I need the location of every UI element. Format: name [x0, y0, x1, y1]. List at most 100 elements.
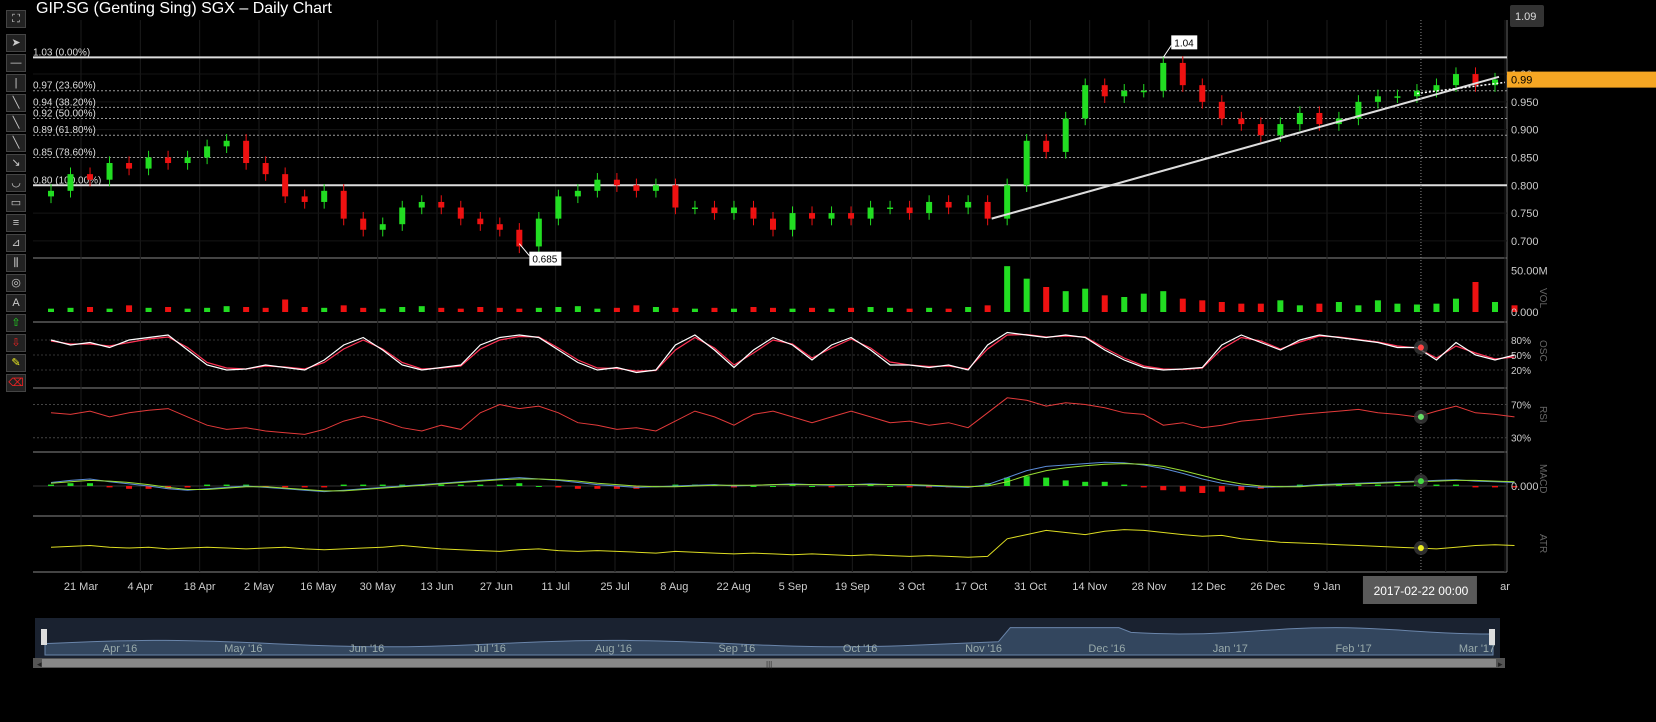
volume-bar [1452, 298, 1459, 312]
volume-bar [750, 307, 757, 312]
volume-bar [418, 306, 425, 312]
macd-histogram-bar [1082, 481, 1089, 486]
volume-bar [457, 308, 464, 312]
macd-histogram-bar [223, 484, 230, 486]
candle-body [828, 213, 835, 219]
candle-body [340, 190, 347, 219]
volume-bar [321, 307, 328, 312]
volume-bar [965, 307, 972, 312]
y-tick-label: 0.750 [1511, 208, 1539, 220]
candle-body [965, 201, 972, 208]
candle-body [1394, 96, 1401, 98]
navigator-handle-right [1489, 629, 1495, 645]
volume-bar [1296, 305, 1303, 312]
candle-body [926, 201, 933, 214]
candle-body [282, 174, 289, 197]
volume-bar [691, 308, 698, 312]
macd-histogram-bar [906, 486, 913, 488]
y-tick-label: 0.000 [1511, 481, 1539, 493]
volume-bar [145, 307, 152, 312]
volume-bar [340, 305, 347, 312]
volume-bar [1355, 305, 1362, 312]
scroll-right-icon: ▸ [1498, 659, 1503, 669]
macd-histogram-bar [477, 484, 484, 486]
volume-bar [1335, 302, 1342, 312]
volume-bar [165, 307, 172, 312]
y-tick-label: 70% [1511, 400, 1531, 411]
macd-histogram-bar [126, 486, 133, 489]
candle-body [1140, 90, 1147, 93]
volume-bar [379, 308, 386, 312]
candle-body [984, 201, 991, 219]
volume-bar [613, 307, 620, 312]
candle-body [1257, 124, 1264, 136]
volume-bar [1160, 291, 1167, 312]
volume-bar [126, 305, 133, 312]
candle-body [848, 213, 855, 219]
fib-level-label: 0.85 (78.60%) [33, 147, 96, 158]
volume-bar [906, 308, 913, 312]
annotation-high-label: 1.04 [1174, 38, 1194, 49]
y-tick-label: 0.900 [1511, 125, 1539, 137]
candle-body [165, 157, 172, 164]
macd-histogram-bar [750, 486, 757, 487]
navigator-month-label: Oct '16 [843, 643, 878, 655]
volume-bar [477, 307, 484, 312]
macd-histogram-bar [516, 483, 523, 486]
macd-histogram-bar [301, 486, 308, 488]
navigator-handle-left [41, 629, 47, 645]
macd-signal-line [50, 463, 1515, 492]
macd-histogram-bar [1218, 486, 1225, 492]
x-tick-label: ar [1500, 581, 1510, 593]
macd-histogram-bar [340, 484, 347, 486]
candle-body [672, 185, 679, 208]
candle-body [126, 163, 133, 169]
candle-body [867, 207, 874, 219]
candle-body [1023, 140, 1030, 186]
x-tick-label: 2 May [244, 581, 274, 593]
y-tick-label: 0.800 [1511, 180, 1539, 192]
rsi-line [50, 397, 1515, 435]
x-tick-label: 9 Jan [1314, 581, 1341, 593]
volume-bar [360, 307, 367, 312]
y-tick-label: 0.000 [1511, 307, 1539, 319]
annotation-low-label: 0.685 [532, 255, 557, 266]
candle-body [945, 201, 952, 208]
candle-body [438, 201, 445, 208]
candle-body [1101, 85, 1108, 97]
volume-bar [945, 308, 952, 312]
volume-bar [1101, 295, 1108, 312]
navigator-month-label: Feb '17 [1335, 643, 1371, 655]
scroll-grip-icon: ||| [766, 660, 772, 669]
volume-bar [652, 307, 659, 312]
volume-bar [67, 307, 74, 312]
candle-body [1179, 62, 1186, 86]
volume-bar [1277, 300, 1284, 312]
crosshair-date-label: 2017-02-22 00:00 [1374, 584, 1469, 598]
crosshair-marker [1417, 344, 1424, 351]
top-price-label: 1.09 [1515, 11, 1536, 23]
navigator-month-label: Apr '16 [103, 643, 138, 655]
macd-histogram-bar [1160, 486, 1167, 491]
panel-label: ATR [1537, 534, 1548, 553]
navigator-month-label: Sep '16 [718, 643, 755, 655]
macd-histogram-bar [67, 483, 74, 486]
y-tick-label: 0.700 [1511, 236, 1539, 248]
x-tick-label: 4 Apr [127, 581, 153, 593]
volume-bar [1472, 282, 1479, 312]
macd-histogram-bar [887, 486, 894, 487]
x-tick-label: 26 Dec [1250, 581, 1285, 593]
chart-canvas[interactable]: 21 Mar 4 Apr 18 Apr 2 May 16 May 30 May 13 Jun… [0, 0, 1656, 722]
candle-body [1238, 118, 1245, 125]
x-tick-label: 3 Oct [899, 581, 925, 593]
macd-histogram-bar [1043, 477, 1050, 486]
volume-bar [984, 305, 991, 312]
volume-bar [926, 307, 933, 312]
fib-level-label: 0.97 (23.60%) [33, 81, 96, 92]
crosshair-marker [1417, 545, 1424, 552]
macd-histogram-bar [1492, 486, 1498, 488]
volume-bar [594, 308, 601, 312]
volume-bar [243, 307, 250, 312]
macd-histogram-bar [48, 484, 54, 486]
x-tick-label: 19 Sep [835, 581, 870, 593]
